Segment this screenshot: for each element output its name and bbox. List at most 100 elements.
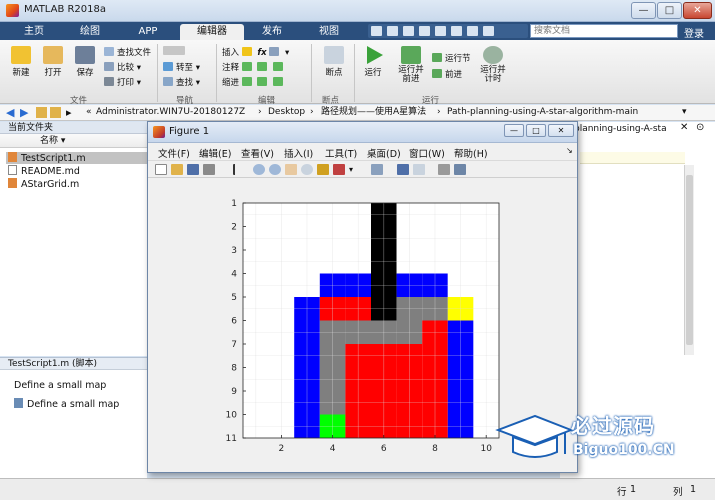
menu-file[interactable]: 文件(F) — [158, 146, 190, 160]
open-button[interactable]: 打开 — [38, 46, 68, 78]
ribbon-toolstrip: 新建 打开 保存 查找文件 比较 ▾ 打印 ▾ 文件 转至 ▾ 查找 ▾ 导航 … — [0, 40, 715, 106]
brush-dropdown-icon[interactable]: ▾ — [349, 164, 361, 175]
link-plot-icon[interactable] — [371, 164, 383, 175]
tab-apps[interactable]: APP — [120, 24, 176, 40]
show-plot-tools-icon[interactable] — [454, 164, 466, 175]
find-files-button[interactable]: 查找文件 — [104, 46, 151, 58]
vertical-scrollbar[interactable] — [684, 165, 694, 355]
details-section[interactable]: Define a small map — [14, 398, 119, 410]
breadcrumb-segment[interactable]: Desktop — [268, 105, 305, 120]
minimize-button[interactable]: — — [631, 2, 656, 19]
scrollbar-thumb[interactable] — [686, 175, 693, 345]
editor-menu-icon[interactable]: ⊙ — [696, 122, 704, 133]
nav-arrows[interactable] — [163, 46, 188, 57]
menu-dock-icon[interactable]: ↘ — [566, 146, 573, 155]
script-file-icon — [8, 178, 17, 188]
new-button[interactable]: 新建 — [6, 46, 36, 78]
menu-edit[interactable]: 编辑(E) — [199, 146, 231, 160]
comment-button[interactable]: 注释 — [222, 61, 286, 73]
file-item[interactable]: TestScript1.m — [6, 152, 148, 164]
maximize-button[interactable]: □ — [657, 2, 682, 19]
figure-close-button[interactable]: ✕ — [548, 124, 574, 137]
forward-arrow-icon[interactable]: ▶ — [20, 107, 31, 118]
pan-hand-icon[interactable] — [285, 164, 297, 175]
goto-button[interactable]: 转至 ▾ — [163, 61, 200, 73]
run-and-advance-button[interactable]: 运行并 前进 — [394, 46, 428, 84]
ribbon-tab-bar: 主页 绘图 APP 编辑器 发布 视图 搜索文档 登录 — [0, 22, 715, 40]
hide-plot-tools-icon[interactable] — [438, 164, 450, 175]
brush-icon[interactable] — [333, 164, 345, 175]
insert-icon — [241, 47, 252, 56]
colorbar-icon[interactable] — [397, 164, 409, 175]
find-button[interactable]: 查找 ▾ — [163, 76, 200, 88]
editor-close-icon[interactable]: ✕ — [680, 122, 688, 133]
insert-button[interactable]: 插入 fx ▾ — [222, 46, 289, 58]
run-and-time-button[interactable]: 运行并 计时 — [476, 46, 510, 84]
save-icon[interactable] — [371, 26, 382, 36]
paste-icon[interactable] — [419, 26, 430, 36]
figure-logo-icon — [153, 126, 165, 138]
figure-title-bar: Figure 1 — □ ✕ — [148, 122, 577, 143]
tab-view[interactable]: 视图 — [300, 24, 358, 40]
pointer-icon[interactable] — [233, 164, 245, 175]
tab-plots[interactable]: 绘图 — [64, 24, 116, 40]
menu-window[interactable]: 窗口(W) — [409, 146, 445, 160]
breadcrumb-segment[interactable]: Path-planning-using-A-star-algorithm-mai… — [447, 105, 638, 120]
legend-icon[interactable] — [413, 164, 425, 175]
compare-button[interactable]: 比较 ▾ — [104, 61, 141, 73]
print-button[interactable]: 打印 ▾ — [104, 76, 141, 88]
menu-desktop[interactable]: 桌面(D) — [367, 146, 401, 160]
menu-view[interactable]: 查看(V) — [241, 146, 274, 160]
breadcrumb-segment[interactable]: Administrator.WIN7U-20180127Z — [96, 105, 245, 120]
breadcrumb-segment[interactable]: 路径规划——使用A星算法 — [321, 105, 426, 120]
help-icon[interactable] — [483, 26, 494, 36]
zoom-in-icon[interactable] — [253, 164, 265, 175]
tab-publish[interactable]: 发布 — [248, 24, 296, 40]
save-button[interactable]: 保存 — [70, 46, 100, 78]
redo-icon[interactable] — [451, 26, 462, 36]
run-section-button[interactable]: 运行节 — [432, 52, 471, 64]
switch-windows-icon[interactable] — [467, 26, 478, 36]
file-item[interactable]: README.md — [8, 165, 80, 177]
up-folder-icon[interactable] — [36, 107, 47, 118]
path-dropdown-icon[interactable]: ▾ — [682, 105, 687, 120]
file-item[interactable]: AStarGrid.m — [8, 178, 79, 190]
menu-help[interactable]: 帮助(H) — [454, 146, 488, 160]
run-button[interactable]: 运行 — [358, 46, 388, 78]
close-button[interactable]: ✕ — [683, 2, 712, 19]
advance-button[interactable]: 前进 — [432, 68, 462, 80]
undo-icon[interactable] — [435, 26, 446, 36]
figure-minimize-button[interactable]: — — [504, 124, 524, 137]
save-figure-icon[interactable] — [187, 164, 199, 175]
back-arrow-icon[interactable]: ◀ — [6, 107, 17, 118]
tab-home[interactable]: 主页 — [8, 24, 60, 40]
insert-label: 插入 — [222, 48, 240, 58]
breakpoints-button[interactable]: 断点 — [318, 46, 350, 78]
name-column-header[interactable]: 名称 ▾ — [0, 134, 147, 148]
browse-folder-icon[interactable] — [50, 107, 61, 118]
save-icon — [75, 46, 95, 64]
open-file-icon[interactable] — [171, 164, 183, 175]
tab-editor[interactable]: 编辑器 — [180, 24, 244, 40]
data-cursor-icon[interactable] — [317, 164, 329, 175]
close-icon: ✕ — [693, 5, 702, 16]
search-documentation-input[interactable]: 搜索文档 — [530, 24, 678, 38]
compare-label: 比较 — [117, 63, 135, 73]
copy-icon[interactable] — [403, 26, 414, 36]
login-link[interactable]: 登录 — [684, 25, 704, 40]
new-figure-icon[interactable] — [155, 164, 167, 175]
zoom-out-icon[interactable] — [269, 164, 281, 175]
cut-icon[interactable] — [387, 26, 398, 36]
y-tick-label: 2 — [231, 223, 237, 233]
figure-maximize-button[interactable]: □ — [526, 124, 546, 137]
path-overflow-icon[interactable]: « — [86, 105, 92, 120]
col-label: 列 — [673, 487, 683, 498]
indent-label: 缩进 — [222, 78, 240, 88]
ribbon-divider — [311, 44, 312, 102]
print-figure-icon[interactable] — [203, 164, 215, 175]
smart-indent-icon — [241, 77, 252, 86]
indent-button[interactable]: 缩进 — [222, 76, 286, 88]
menu-tools[interactable]: 工具(T) — [325, 146, 357, 160]
menu-insert[interactable]: 插入(I) — [284, 146, 313, 160]
rotate-icon[interactable] — [301, 164, 313, 175]
